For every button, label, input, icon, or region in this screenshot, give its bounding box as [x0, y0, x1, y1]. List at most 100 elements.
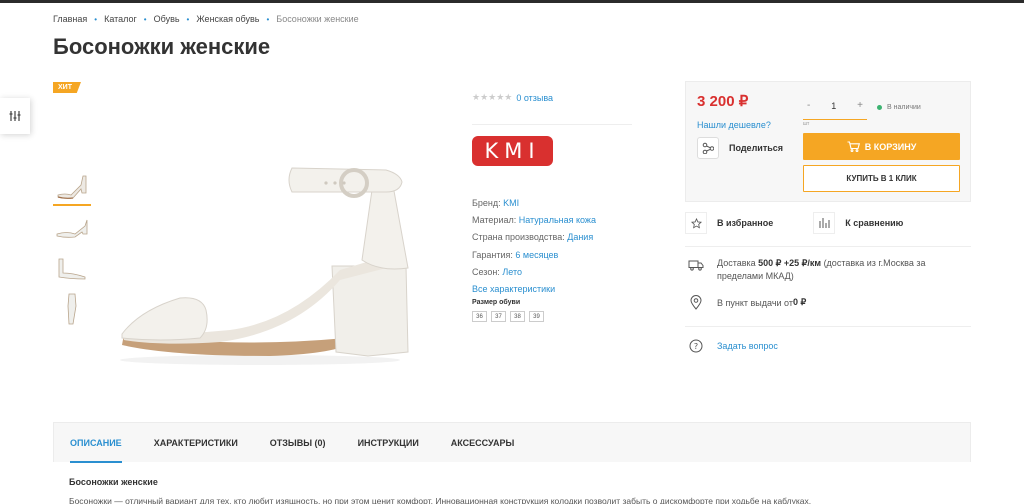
breadcrumb-current: Босоножки женские: [276, 14, 359, 24]
breadcrumb: Главная • Каталог • Обувь • Женская обувь • …: [53, 14, 359, 24]
compare-bars-icon: [819, 218, 830, 228]
size-label: Размер обуви: [472, 299, 521, 306]
add-to-cart-label: В КОРЗИНУ: [864, 141, 917, 152]
property-label: Бренд:: [472, 198, 501, 208]
property-row: Сезон: Лето: [472, 264, 596, 281]
property-value[interactable]: KMI: [503, 198, 519, 208]
breadcrumb-catalog[interactable]: Каталог: [104, 14, 137, 24]
quantity-value[interactable]: 1: [831, 101, 836, 111]
property-value[interactable]: 6 месяцев: [515, 250, 558, 260]
breadcrumb-shoes[interactable]: Обувь: [154, 14, 180, 24]
share-button[interactable]: Поделиться: [697, 137, 783, 159]
rating-stars: ★★★★★: [472, 92, 513, 102]
breadcrumb-separator: •: [143, 14, 147, 24]
divider: [472, 124, 632, 125]
breadcrumb-home[interactable]: Главная: [53, 14, 87, 24]
property-row: Все характеристики: [472, 281, 596, 298]
delivery-price: 500 ₽ +25 ₽/км: [758, 258, 822, 268]
favorites-label[interactable]: В избранное: [717, 218, 773, 228]
description-text: Босоножки — отличный вариант для тех, кт…: [69, 496, 812, 504]
property-label: Сезон:: [472, 266, 500, 277]
property-value[interactable]: Дания: [567, 232, 593, 242]
stock-label: В наличии: [887, 104, 921, 111]
sandal-thumbnail-icon: [57, 175, 87, 199]
delivery-text: Доставка 500 ₽ +25 ₽/км (доставка из г.М…: [717, 257, 947, 283]
breadcrumb-separator: •: [266, 14, 270, 24]
price: 3 200 ₽: [697, 93, 749, 110]
sliders-icon: [9, 111, 21, 121]
breadcrumb-womens-shoes[interactable]: Женская обувь: [196, 14, 259, 24]
size-option[interactable]: 39: [529, 311, 544, 322]
divider: [685, 246, 971, 247]
quantity-unit: шт: [803, 121, 810, 127]
star-icon: [690, 217, 702, 229]
property-value[interactable]: Лето: [502, 267, 522, 277]
delivery-info: Доставка 500 ₽ +25 ₽/км (доставка из г.М…: [685, 257, 947, 283]
favorites-button[interactable]: [685, 212, 707, 234]
page-title: Босоножки женские: [53, 34, 271, 59]
ask-question-button[interactable]: ? Задать вопрос: [685, 339, 778, 353]
quantity-increase-button[interactable]: +: [857, 100, 863, 111]
quantity-stepper: - 1 +: [803, 92, 867, 120]
pickup-info: В пункт выдачи от 0 ₽: [685, 295, 806, 310]
pickup-prefix: В пункт выдачи от: [717, 297, 793, 308]
product-image[interactable]: [110, 120, 420, 370]
property-row: Гарантия: 6 месяцев: [472, 247, 596, 264]
sandal-image: [120, 167, 409, 365]
thumbnail-3[interactable]: [53, 250, 91, 288]
ask-question-label: Задать вопрос: [717, 341, 778, 351]
brand-logo[interactable]: KMI: [472, 136, 553, 166]
property-label: Страна производства:: [472, 232, 565, 243]
buy-box: 3 200 ₽ Нашли дешевле? Поделиться - 1 + …: [685, 81, 971, 202]
compare-button[interactable]: [813, 212, 836, 234]
favorites-compare-row: В избранное К сравнению: [685, 212, 903, 234]
stock-dot-icon: [877, 105, 882, 110]
delivery-prefix: Доставка: [717, 258, 759, 268]
top-bar: [0, 0, 1024, 3]
size-selector: 36 37 38 39: [472, 311, 548, 322]
thumbnail-2[interactable]: [53, 209, 91, 247]
thumbnail-4[interactable]: [53, 291, 91, 329]
stock-status: В наличии: [877, 104, 921, 111]
rating: ★★★★★ 0 отзыва: [472, 92, 553, 103]
truck-icon: [685, 257, 707, 283]
reviews-link[interactable]: 0 отзыва: [516, 93, 553, 103]
property-label: Материал:: [472, 215, 517, 226]
tab-accessories[interactable]: АКСЕССУАРЫ: [451, 423, 515, 463]
thumbnail-1[interactable]: [53, 168, 91, 206]
property-row: Бренд: KMI: [472, 195, 596, 212]
add-to-cart-button[interactable]: В КОРЗИНУ: [803, 133, 960, 160]
divider: [685, 326, 971, 327]
property-value[interactable]: Натуральная кожа: [519, 215, 596, 225]
tab-reviews[interactable]: ОТЗЫВЫ (0): [270, 423, 326, 463]
filter-toggle-button[interactable]: [0, 98, 30, 134]
sandal-thumbnail-icon: [58, 258, 86, 280]
property-row: Материал: Натуральная кожа: [472, 212, 596, 229]
property-row: Страна производства: Дания: [472, 229, 596, 246]
product-properties: Бренд: KMI Материал: Натуральная кожа Ст…: [472, 195, 596, 298]
breadcrumb-separator: •: [94, 14, 98, 24]
cart-icon: [847, 141, 860, 152]
svg-text:?: ?: [694, 342, 698, 351]
tab-instructions[interactable]: ИНСТРУКЦИИ: [358, 423, 419, 463]
product-tabs: ОПИСАНИЕ ХАРАКТЕРИСТИКИ ОТЗЫВЫ (0) ИНСТР…: [53, 422, 971, 463]
sandal-thumbnail-icon: [56, 219, 88, 238]
description-title: Босоножки женские: [69, 477, 158, 487]
compare-label[interactable]: К сравнению: [845, 218, 903, 228]
size-option[interactable]: 37: [491, 311, 506, 322]
size-option[interactable]: 38: [510, 311, 525, 322]
tab-characteristics[interactable]: ХАРАКТЕРИСТИКИ: [154, 423, 238, 463]
map-pin-icon: [685, 295, 707, 310]
sandal-thumbnail-icon: [67, 293, 77, 325]
all-properties-link[interactable]: Все характеристики: [472, 284, 555, 294]
pickup-price: 0 ₽: [792, 297, 807, 307]
share-icon: [697, 137, 719, 159]
found-cheaper-link[interactable]: Нашли дешевле?: [697, 120, 771, 130]
quantity-decrease-button[interactable]: -: [807, 100, 810, 111]
buy-one-click-button[interactable]: КУПИТЬ В 1 КЛИК: [803, 165, 960, 192]
thumbnail-list: [53, 168, 91, 332]
tab-description[interactable]: ОПИСАНИЕ: [70, 423, 122, 463]
share-label: Поделиться: [729, 143, 784, 153]
property-label: Гарантия:: [472, 249, 513, 260]
size-option[interactable]: 36: [472, 311, 487, 322]
